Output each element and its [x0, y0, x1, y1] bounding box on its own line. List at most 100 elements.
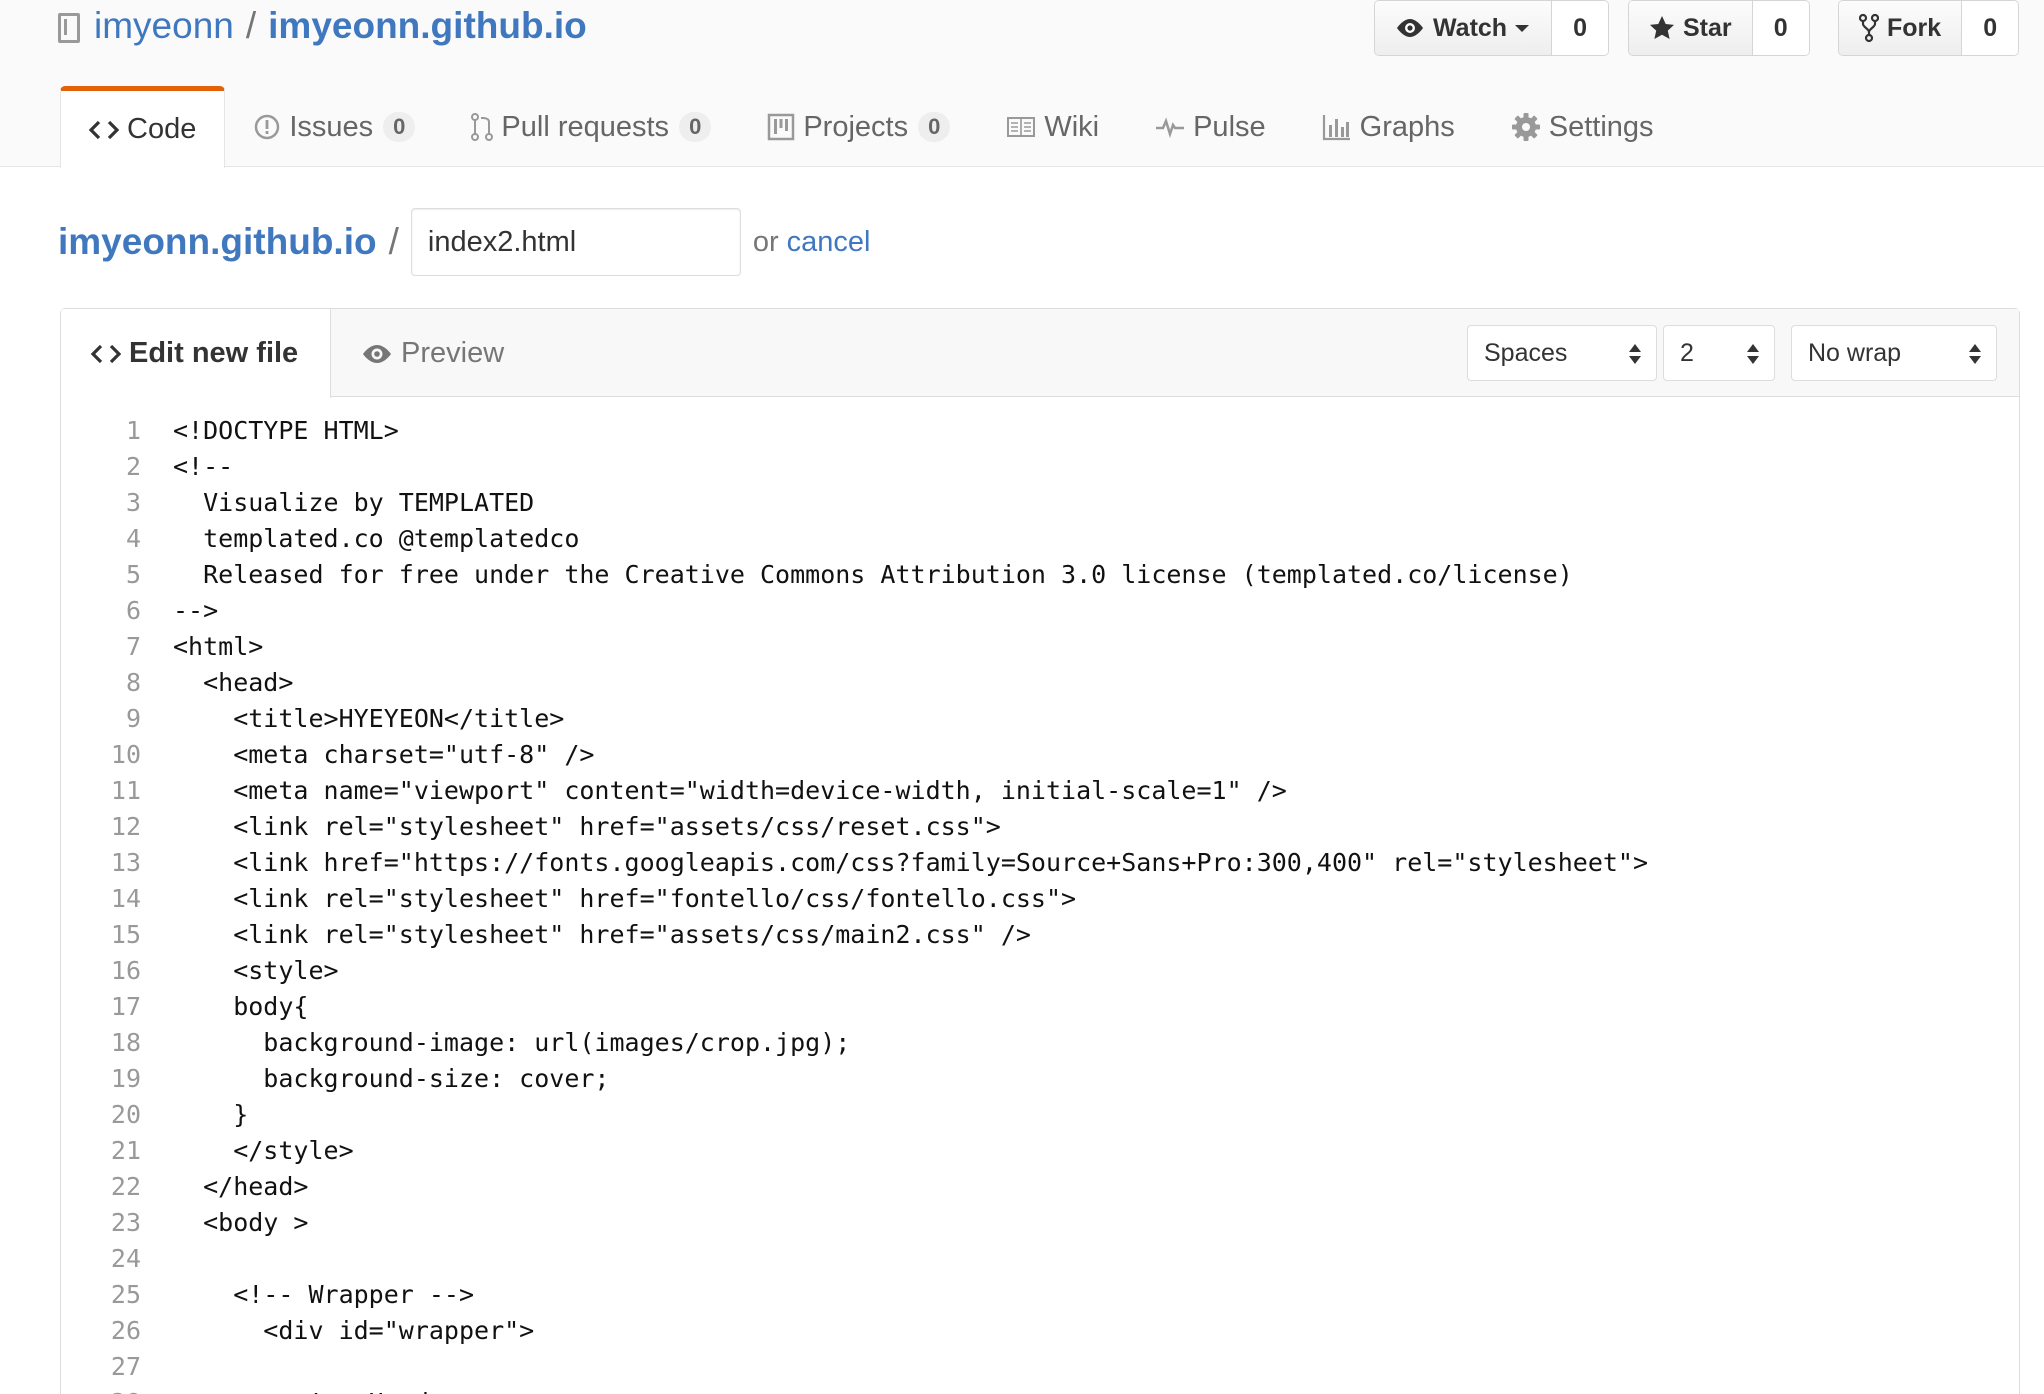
- code-line[interactable]: 24: [61, 1240, 2019, 1276]
- code-editor-area[interactable]: 1 <!DOCTYPE HTML> 2 <!-- 3 Visualize by TEMP…: [61, 398, 2019, 1394]
- line-content[interactable]: -->: [141, 596, 218, 625]
- select-arrows-icon: [1747, 344, 1759, 364]
- code-line[interactable]: 19 background-size: cover;: [61, 1060, 2019, 1096]
- line-content[interactable]: <!DOCTYPE HTML>: [141, 416, 399, 445]
- code-line[interactable]: 20 }: [61, 1096, 2019, 1132]
- tab-code-label: Code: [127, 113, 197, 145]
- repo-name-link[interactable]: imyeonn.github.io: [268, 6, 587, 46]
- line-content[interactable]: <link href="https://fonts.googleapis.com…: [141, 848, 1648, 877]
- code-line[interactable]: 5 Released for free under the Creative C…: [61, 556, 2019, 592]
- fork-label: Fork: [1887, 13, 1942, 42]
- line-content[interactable]: background-size: cover;: [141, 1064, 609, 1093]
- line-content[interactable]: <body >: [141, 1208, 308, 1237]
- line-content[interactable]: <title>HYEYEON</title>: [141, 704, 564, 733]
- code-line[interactable]: 27: [61, 1348, 2019, 1384]
- line-content[interactable]: </style>: [141, 1136, 353, 1165]
- line-number: 22: [110, 1171, 141, 1201]
- pull-requests-counter: 0: [679, 112, 712, 142]
- code-line[interactable]: 6 -->: [61, 592, 2019, 628]
- line-content[interactable]: <!--: [141, 452, 233, 481]
- tab-issues[interactable]: Issues 0: [225, 86, 443, 168]
- tab-settings[interactable]: Settings: [1483, 86, 1682, 168]
- line-content[interactable]: <meta name="viewport" content="width=dev…: [141, 776, 1287, 805]
- line-content[interactable]: </head>: [141, 1172, 308, 1201]
- code-line[interactable]: 10 <meta charset="utf-8" />: [61, 736, 2019, 772]
- filename-input[interactable]: [410, 208, 741, 276]
- line-content[interactable]: Visualize by TEMPLATED: [141, 488, 534, 517]
- repo-owner-link[interactable]: imyeonn: [94, 6, 234, 46]
- tab-issues-label: Issues: [289, 110, 374, 143]
- editor-header: Edit new file Preview Spaces 2 No wrap: [61, 309, 2019, 398]
- line-number: 24: [110, 1243, 141, 1273]
- tab-preview[interactable]: Preview: [331, 309, 534, 398]
- line-content[interactable]: body{: [141, 992, 308, 1021]
- code-icon: [89, 120, 119, 139]
- code-line[interactable]: 3 Visualize by TEMPLATED: [61, 484, 2019, 520]
- code-line[interactable]: 12 <link rel="stylesheet" href="assets/c…: [61, 808, 2019, 844]
- or-text: or: [752, 225, 779, 258]
- code-line[interactable]: 13 <link href="https://fonts.googleapis.…: [61, 844, 2019, 880]
- fork-button[interactable]: Fork: [1839, 1, 1963, 55]
- code-line[interactable]: 23 <body >: [61, 1204, 2019, 1240]
- code-line[interactable]: 16 <style>: [61, 952, 2019, 988]
- tab-wiki[interactable]: Wiki: [978, 86, 1127, 168]
- code-line[interactable]: 8 <head>: [61, 664, 2019, 700]
- breadcrumb-repo-link[interactable]: imyeonn.github.io: [58, 221, 377, 263]
- breadcrumb-separator: /: [388, 221, 399, 262]
- line-content[interactable]: <!-- Wrapper -->: [141, 1280, 474, 1309]
- wrap-mode-select[interactable]: No wrap: [1791, 325, 1997, 381]
- line-number: 10: [110, 739, 141, 769]
- fork-count[interactable]: 0: [1962, 1, 2019, 55]
- tab-edit-new-file[interactable]: Edit new file: [61, 309, 331, 398]
- line-content[interactable]: <!-- Header -->: [141, 1388, 519, 1394]
- line-content[interactable]: }: [141, 1100, 248, 1129]
- gear-icon: [1511, 113, 1540, 141]
- code-line[interactable]: 14 <link rel="stylesheet" href="fontello…: [61, 880, 2019, 916]
- indent-mode-select[interactable]: Spaces: [1467, 325, 1657, 381]
- code-line[interactable]: 15 <link rel="stylesheet" href="assets/c…: [61, 916, 2019, 952]
- cancel-link[interactable]: cancel: [787, 226, 871, 259]
- tab-graphs[interactable]: Graphs: [1294, 86, 1483, 168]
- tab-code[interactable]: Code: [60, 86, 226, 168]
- book-icon: [1007, 117, 1036, 137]
- line-content[interactable]: <div id="wrapper">: [141, 1316, 534, 1345]
- line-content[interactable]: <link rel="stylesheet" href="fontello/cs…: [141, 884, 1076, 913]
- code-line[interactable]: 18 background-image: url(images/crop.jpg…: [61, 1024, 2019, 1060]
- code-line[interactable]: 21 </style>: [61, 1132, 2019, 1168]
- line-number: 28: [61, 1388, 141, 1394]
- code-line[interactable]: 2 <!--: [61, 448, 2019, 484]
- select-arrows-icon: [1629, 344, 1641, 364]
- star-count[interactable]: 0: [1752, 1, 1809, 55]
- line-content[interactable]: <html>: [141, 632, 263, 661]
- line-number: 17: [110, 991, 141, 1021]
- line-content[interactable]: <link rel="stylesheet" href="assets/css/…: [141, 920, 1031, 949]
- code-line[interactable]: 4 templated.co @templatedco: [61, 520, 2019, 556]
- code-line[interactable]: 22 </head>: [61, 1168, 2019, 1204]
- code-line[interactable]: 28 <!-- Header -->: [61, 1384, 2019, 1394]
- tab-projects[interactable]: Projects 0: [739, 86, 978, 168]
- line-content[interactable]: <link rel="stylesheet" href="assets/css/…: [141, 812, 1001, 841]
- line-content[interactable]: background-image: url(images/crop.jpg);: [141, 1028, 850, 1057]
- watch-button[interactable]: Watch: [1375, 1, 1553, 55]
- line-content[interactable]: <meta charset="utf-8" />: [141, 740, 594, 769]
- star-button[interactable]: Star: [1629, 1, 1753, 55]
- code-line[interactable]: 26 <div id="wrapper">: [61, 1312, 2019, 1348]
- code-line[interactable]: 11 <meta name="viewport" content="width=…: [61, 772, 2019, 808]
- line-number: 14: [110, 883, 141, 913]
- code-line[interactable]: 25 <!-- Wrapper -->: [61, 1276, 2019, 1312]
- code-line[interactable]: 7 <html>: [61, 628, 2019, 664]
- line-content[interactable]: <head>: [141, 668, 293, 697]
- code-line[interactable]: 9 <title>HYEYEON</title>: [61, 700, 2019, 736]
- tab-pull-requests[interactable]: Pull requests 0: [443, 86, 739, 168]
- indent-size-value: 2: [1680, 338, 1694, 367]
- watch-count[interactable]: 0: [1552, 1, 1609, 55]
- indent-size-select[interactable]: 2: [1663, 325, 1775, 381]
- line-content[interactable]: <style>: [141, 956, 338, 985]
- line-number: 1: [125, 415, 141, 445]
- code-line[interactable]: 17 body{: [61, 988, 2019, 1024]
- code-line[interactable]: 1 <!DOCTYPE HTML>: [61, 412, 2019, 448]
- tab-pulse[interactable]: Pulse: [1127, 86, 1294, 168]
- graph-icon: [1322, 115, 1350, 141]
- line-content[interactable]: Released for free under the Creative Com…: [141, 560, 1573, 589]
- line-content[interactable]: templated.co @templatedco: [141, 524, 579, 553]
